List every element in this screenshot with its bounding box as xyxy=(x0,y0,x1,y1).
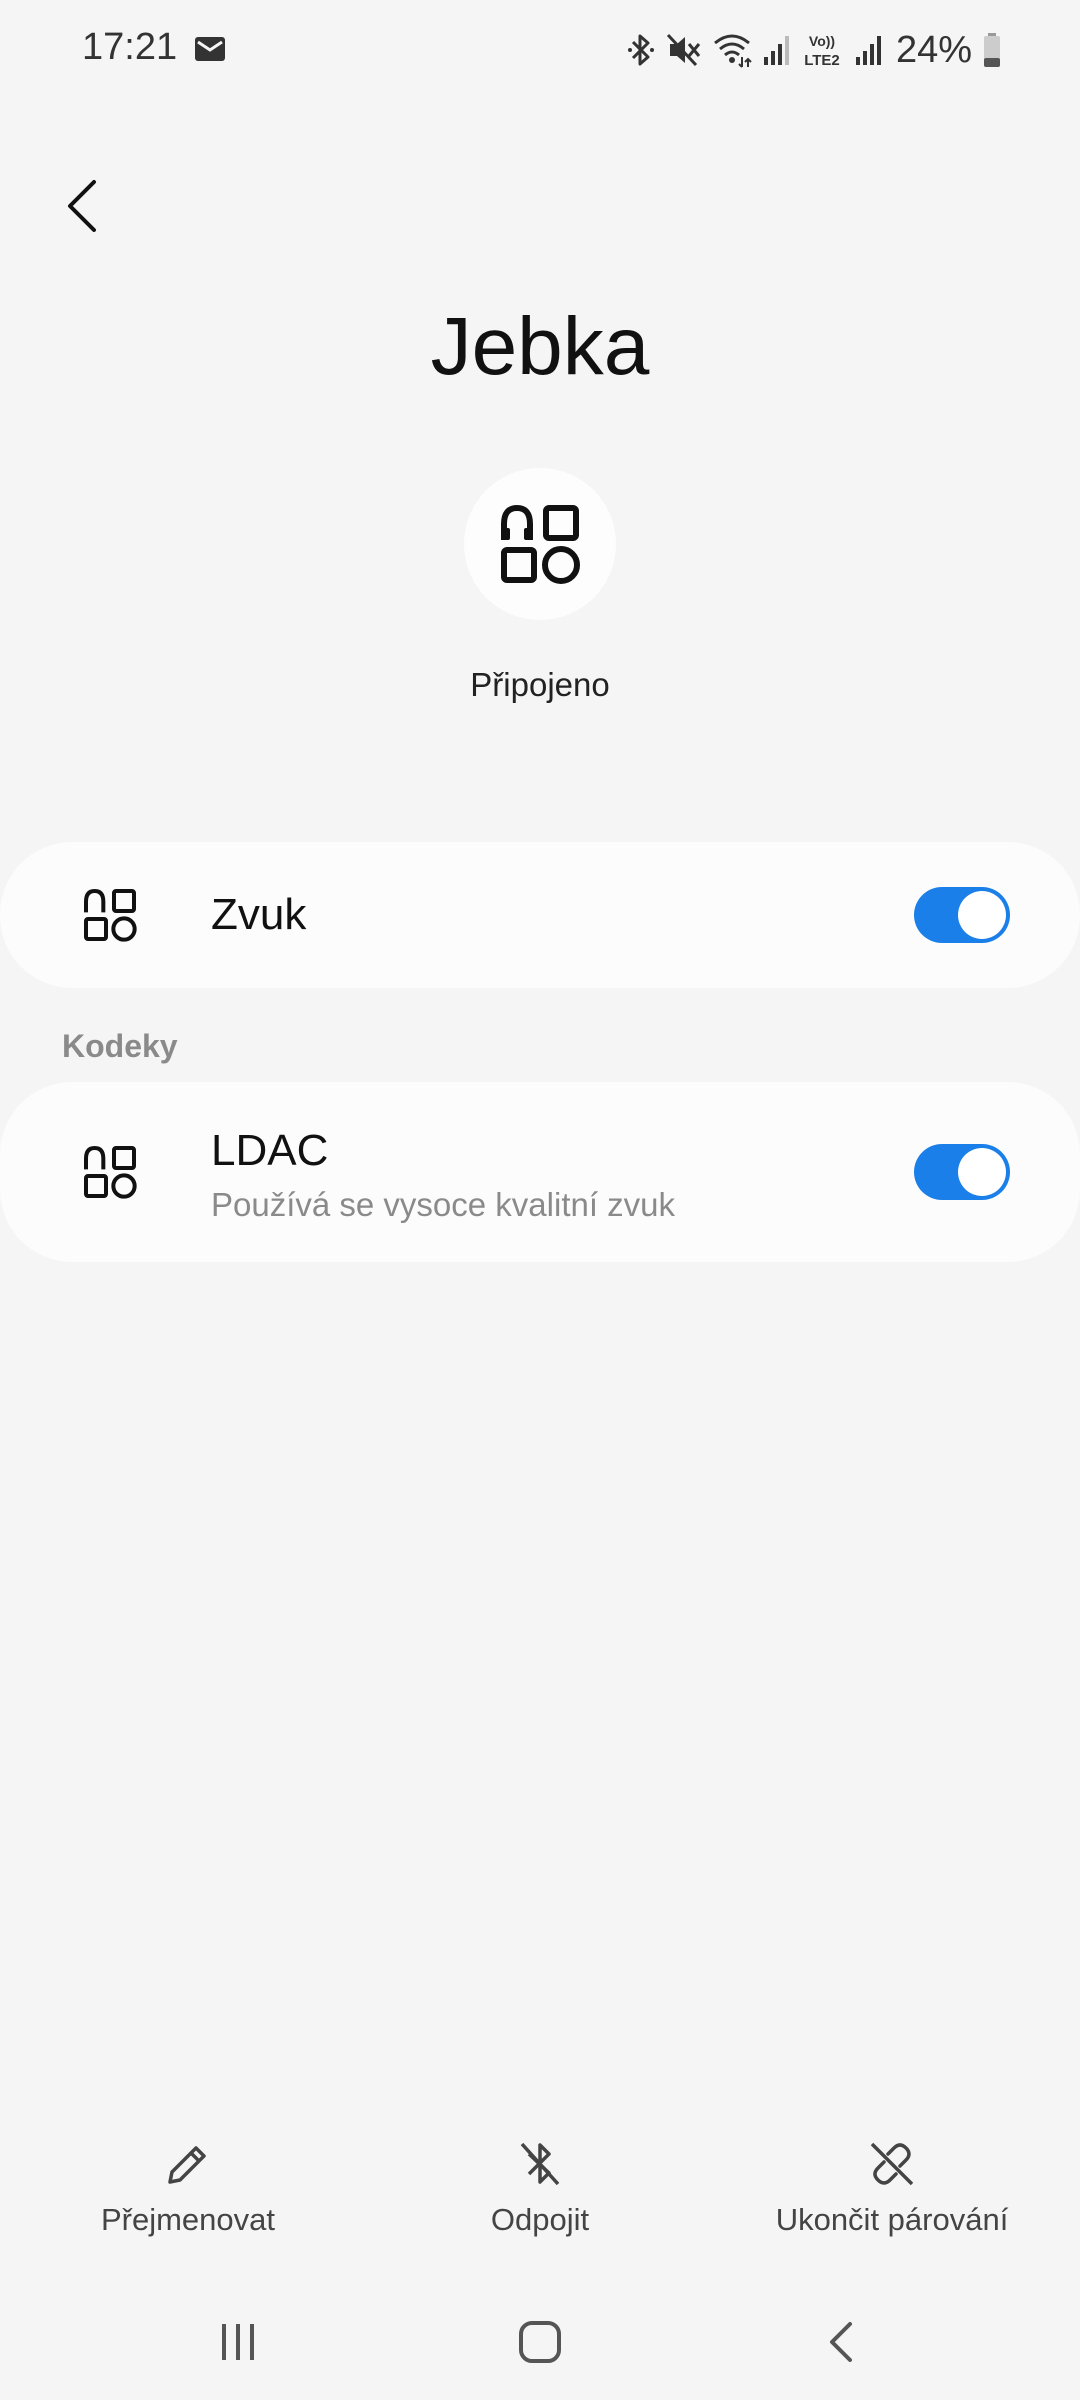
battery-icon xyxy=(984,33,1000,67)
sound-setting-row[interactable]: Zvuk xyxy=(0,842,1080,988)
ldac-setting-row[interactable]: LDAC Používá se vysoce kvalitní zvuk xyxy=(0,1082,1080,1262)
back-button[interactable] xyxy=(812,2314,872,2370)
disconnect-button[interactable]: Odpojit xyxy=(370,2136,710,2238)
ldac-title: LDAC xyxy=(211,1126,329,1175)
device-shapes-icon xyxy=(84,1145,137,1199)
device-shapes-icon xyxy=(84,888,137,942)
navigation-bar xyxy=(0,2300,1080,2380)
sound-toggle[interactable] xyxy=(914,887,1010,943)
battery-percent: 24% xyxy=(895,28,972,71)
toggle-knob xyxy=(958,1148,1006,1196)
recents-icon xyxy=(222,2324,254,2360)
back-arrow-icon[interactable] xyxy=(52,166,114,246)
device-name: Jebka xyxy=(430,301,650,392)
toggle-knob xyxy=(958,891,1006,939)
volte-label: Vo)) xyxy=(809,33,835,49)
unpair-button[interactable]: Ukončit párování xyxy=(722,2136,1062,2238)
disconnect-label: Odpojit xyxy=(490,2202,590,2237)
unpair-label: Ukončit párování xyxy=(775,2202,1009,2237)
connection-status: Připojeno xyxy=(470,666,610,703)
home-button[interactable] xyxy=(510,2314,570,2370)
ldac-subtitle: Používá se vysoce kvalitní zvuk xyxy=(211,1186,676,1223)
pencil-icon xyxy=(168,2146,206,2184)
status-time: 17:21 xyxy=(82,26,178,68)
bluetooth-off-icon xyxy=(520,2142,560,2186)
mail-icon xyxy=(195,37,225,61)
status-bar: 17:21 Vo)) LTE2 24% xyxy=(0,0,1080,100)
ldac-toggle[interactable] xyxy=(914,1144,1010,1200)
device-icon-container xyxy=(464,468,616,620)
back-icon xyxy=(830,2322,852,2362)
signal-icon xyxy=(855,36,881,65)
mute-icon xyxy=(666,33,701,67)
status-icons: Vo)) LTE2 24% xyxy=(626,24,1002,76)
device-shapes-icon xyxy=(501,504,580,584)
rename-button[interactable]: Přejmenovat xyxy=(18,2136,358,2238)
volte-lte2-icon: Vo)) LTE2 xyxy=(804,33,840,69)
bluetooth-icon xyxy=(627,34,654,66)
unlink-icon xyxy=(870,2142,914,2186)
home-icon xyxy=(519,2321,561,2363)
sound-title: Zvuk xyxy=(211,890,307,939)
wifi-icon xyxy=(713,34,752,68)
lte2-label: LTE2 xyxy=(804,52,840,69)
recents-button[interactable] xyxy=(208,2314,268,2370)
codecs-section-label: Kodeky xyxy=(62,1028,178,1064)
signal-icon xyxy=(763,36,789,65)
rename-label: Přejmenovat xyxy=(100,2202,276,2237)
